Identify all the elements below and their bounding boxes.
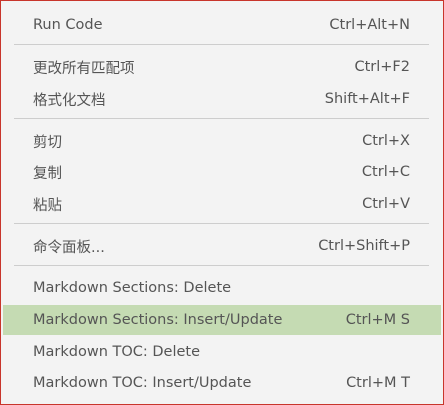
menu-item-label: 复制 [33, 165, 62, 182]
menu-item-shortcut: Ctrl+X [362, 133, 410, 149]
menu-item-copy[interactable]: 复制 Ctrl+C [3, 157, 441, 187]
menu-item-label: Run Code [33, 17, 103, 33]
menu-item-command-palette[interactable]: 命令面板... Ctrl+Shift+P [3, 231, 441, 261]
menu-item-label: 格式化文档 [33, 92, 106, 109]
menu-item-markdown-toc-delete[interactable]: Markdown TOC: Delete [3, 337, 441, 367]
menu-item-label: Markdown TOC: Delete [33, 344, 201, 360]
menu-item-label: Markdown Sections: Delete [33, 280, 232, 296]
menu-separator [14, 118, 429, 119]
menu-item-label: 剪切 [33, 134, 62, 151]
menu-item-shortcut: Ctrl+M S [345, 312, 410, 328]
menu-separator [14, 44, 429, 45]
menu-item-format-document[interactable]: 格式化文档 Shift+Alt+F [3, 84, 441, 114]
menu-item-shortcut: Ctrl+Shift+P [318, 238, 410, 254]
menu-item-cut[interactable]: 剪切 Ctrl+X [3, 126, 441, 156]
menu-item-label: Markdown TOC: Insert/Update [33, 375, 252, 391]
menu-item-change-all-occurrences[interactable]: 更改所有匹配项 Ctrl+F2 [3, 52, 441, 82]
menu-item-markdown-sections-insert-update[interactable]: Markdown Sections: Insert/Update Ctrl+M … [3, 305, 441, 335]
context-menu: Run Code Ctrl+Alt+N 更改所有匹配项 Ctrl+F2 格式化文… [0, 0, 444, 405]
menu-separator [14, 265, 429, 266]
menu-item-shortcut: Ctrl+C [361, 164, 410, 180]
menu-item-markdown-sections-delete[interactable]: Markdown Sections: Delete [3, 273, 441, 303]
menu-item-label: 命令面板... [33, 239, 105, 256]
menu-item-markdown-toc-insert-update[interactable]: Markdown TOC: Insert/Update Ctrl+M T [3, 368, 441, 398]
menu-separator [14, 223, 429, 224]
menu-item-shortcut: Ctrl+M T [346, 375, 410, 391]
menu-item-run-code[interactable]: Run Code Ctrl+Alt+N [3, 10, 441, 40]
menu-item-shortcut: Ctrl+V [362, 196, 410, 212]
menu-item-label: Markdown Sections: Insert/Update [33, 312, 283, 328]
menu-item-shortcut: Shift+Alt+F [324, 91, 410, 107]
menu-item-label: 粘贴 [33, 197, 62, 214]
menu-item-shortcut: Ctrl+F2 [354, 59, 410, 75]
menu-item-label: 更改所有匹配项 [33, 60, 135, 77]
menu-item-shortcut: Ctrl+Alt+N [329, 17, 410, 33]
menu-item-paste[interactable]: 粘贴 Ctrl+V [3, 189, 441, 219]
